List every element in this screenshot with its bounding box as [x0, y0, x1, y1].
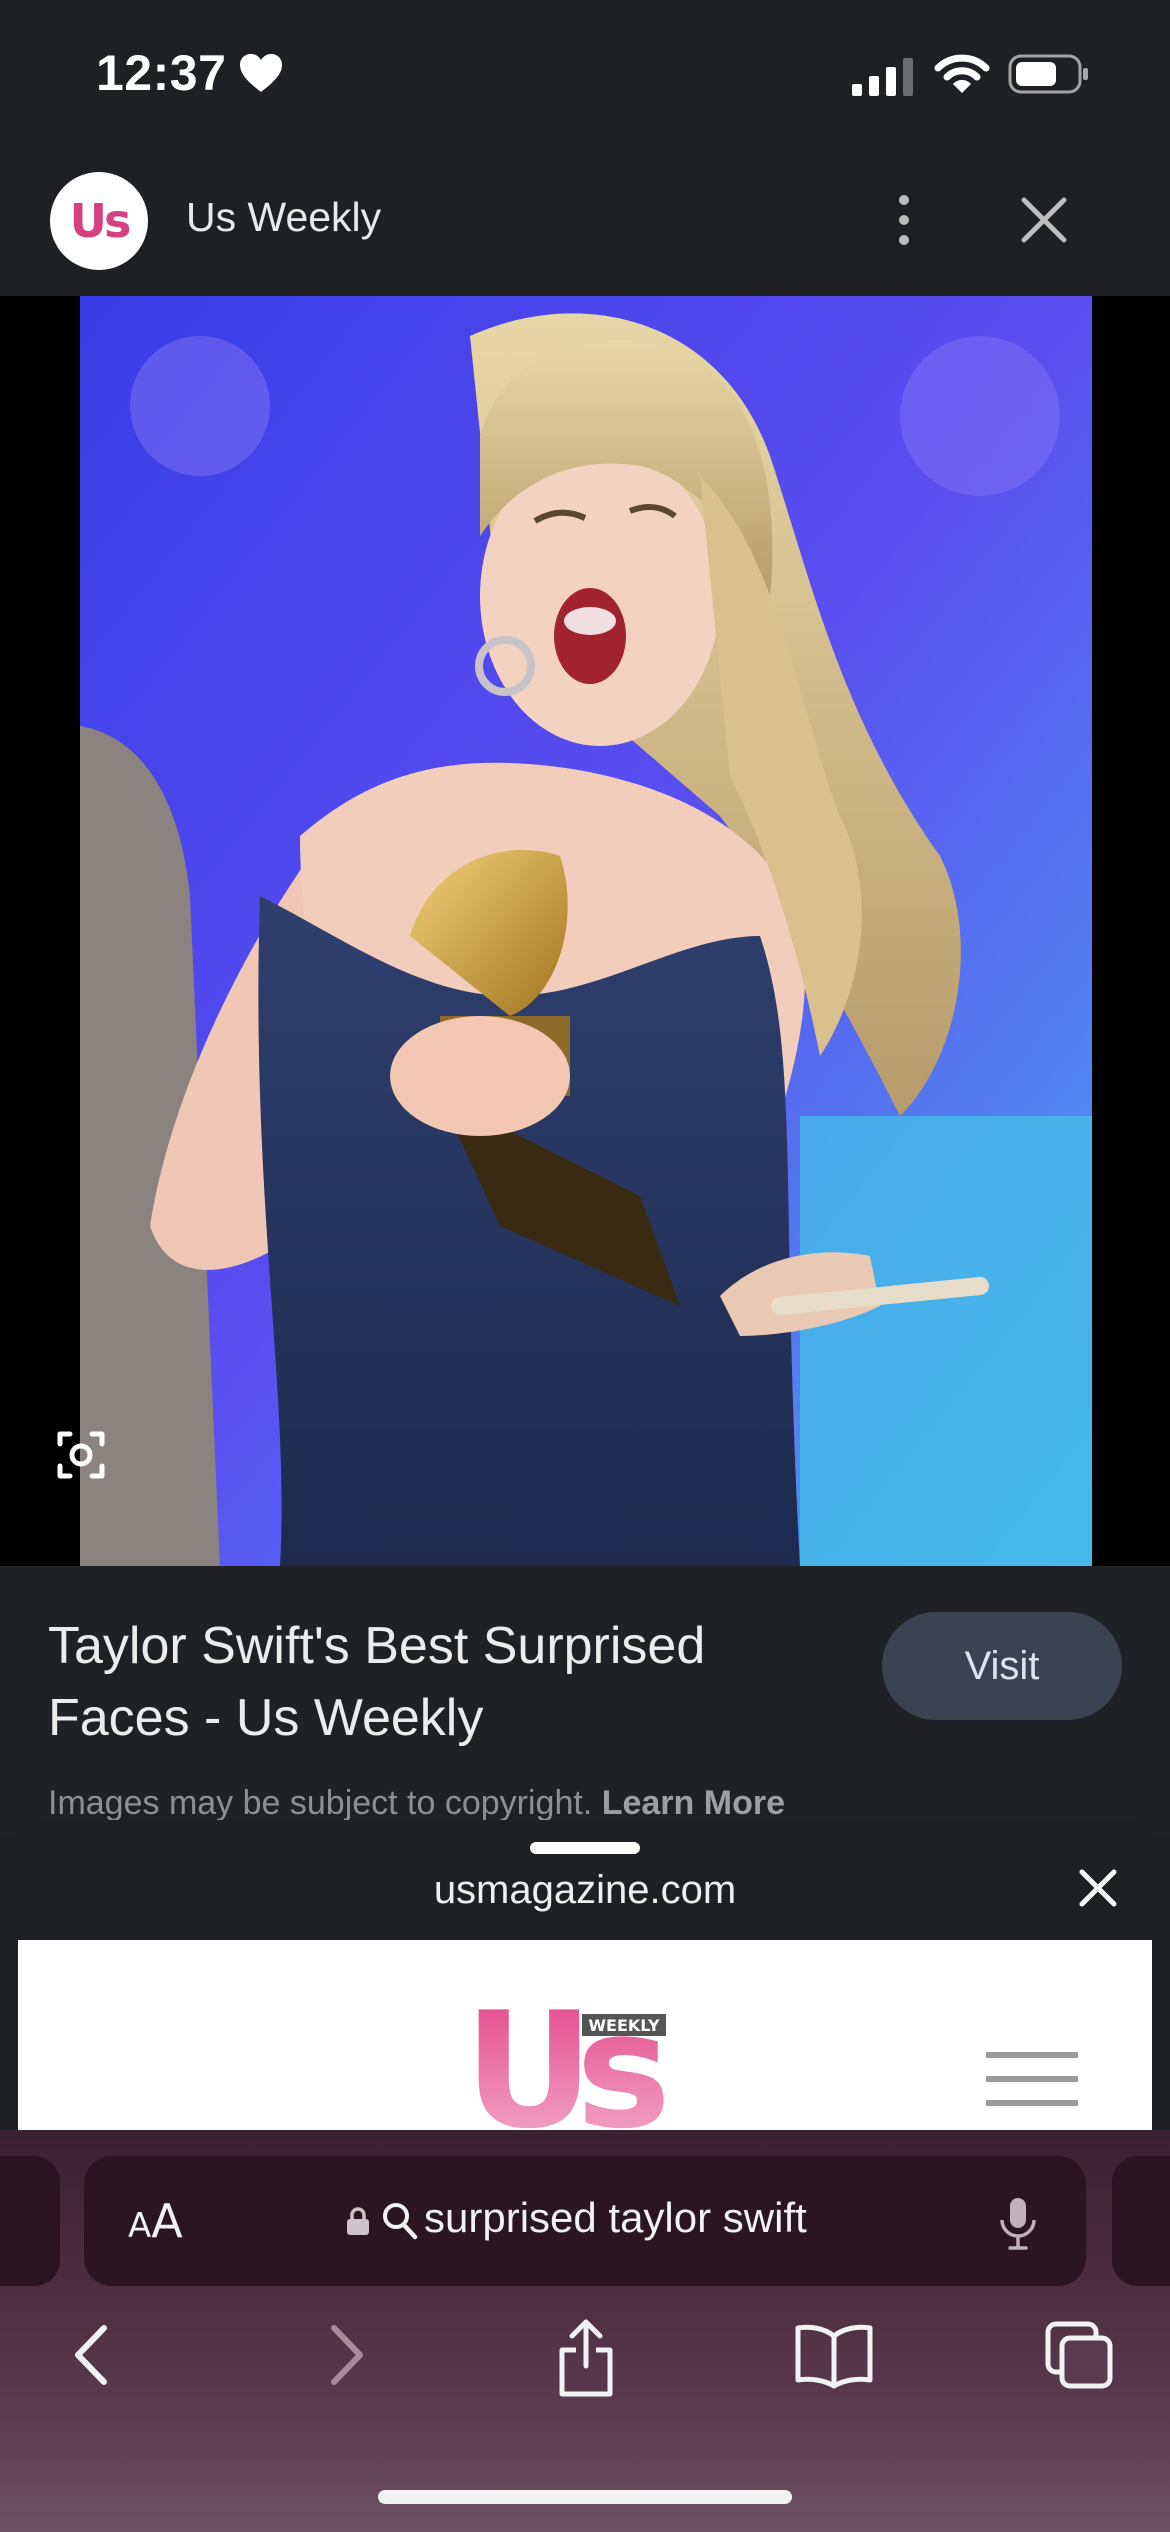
home-indicator[interactable] — [378, 2490, 792, 2504]
close-icon[interactable] — [1016, 192, 1072, 248]
bookmarks-icon[interactable] — [794, 2320, 874, 2390]
heart-icon — [240, 54, 282, 92]
text-size-large-a: A — [151, 2194, 183, 2248]
result-photo[interactable] — [80, 296, 1092, 1566]
visit-button[interactable]: Visit — [882, 1612, 1122, 1720]
result-title[interactable]: Taylor Swift's Best Surprised Faces - Us… — [48, 1610, 808, 1754]
search-icon — [383, 2203, 418, 2240]
more-vertical-icon[interactable] — [884, 190, 924, 250]
back-icon[interactable] — [64, 2320, 124, 2390]
microphone-icon[interactable] — [998, 2196, 1038, 2252]
copyright-text: Images may be subject to copyright. — [48, 1784, 593, 1822]
us-weekly-logo[interactable]: Us WEEKLY — [462, 1996, 672, 2136]
photo-illustration — [80, 296, 1092, 1566]
cellular-signal-icon — [852, 58, 913, 96]
close-sheet-icon[interactable] — [1074, 1864, 1122, 1912]
source-avatar[interactable]: Us — [50, 172, 148, 270]
learn-more-link[interactable]: Learn More — [602, 1784, 785, 1822]
text-size-small-a: A — [128, 2206, 152, 2246]
previous-tab-preview[interactable] — [0, 2156, 60, 2286]
text-size-button[interactable]: AA — [128, 2194, 183, 2248]
wifi-icon — [934, 54, 990, 93]
status-time: 12:37 — [96, 45, 227, 101]
copyright-notice: Images may be subject to copyright. Lear… — [48, 1784, 785, 1823]
forward-icon[interactable] — [314, 2320, 374, 2390]
image-viewer-header — [0, 150, 1170, 296]
sheet-grabber[interactable] — [530, 1842, 640, 1854]
google-lens-icon[interactable] — [46, 1420, 116, 1490]
logo-badge: WEEKLY — [588, 2016, 660, 2035]
share-icon[interactable] — [554, 2318, 618, 2398]
tabs-icon[interactable] — [1044, 2320, 1114, 2390]
lock-icon — [347, 2207, 369, 2235]
menu-icon[interactable] — [986, 2050, 1078, 2108]
battery-icon — [1008, 54, 1088, 94]
sheet-domain: usmagazine.com — [433, 1868, 737, 1912]
next-tab-preview[interactable] — [1112, 2156, 1170, 2286]
address-search-query[interactable]: surprised taylor swift — [424, 2194, 807, 2242]
source-name[interactable]: Us Weekly — [186, 194, 381, 241]
source-avatar-text: Us — [69, 194, 132, 248]
